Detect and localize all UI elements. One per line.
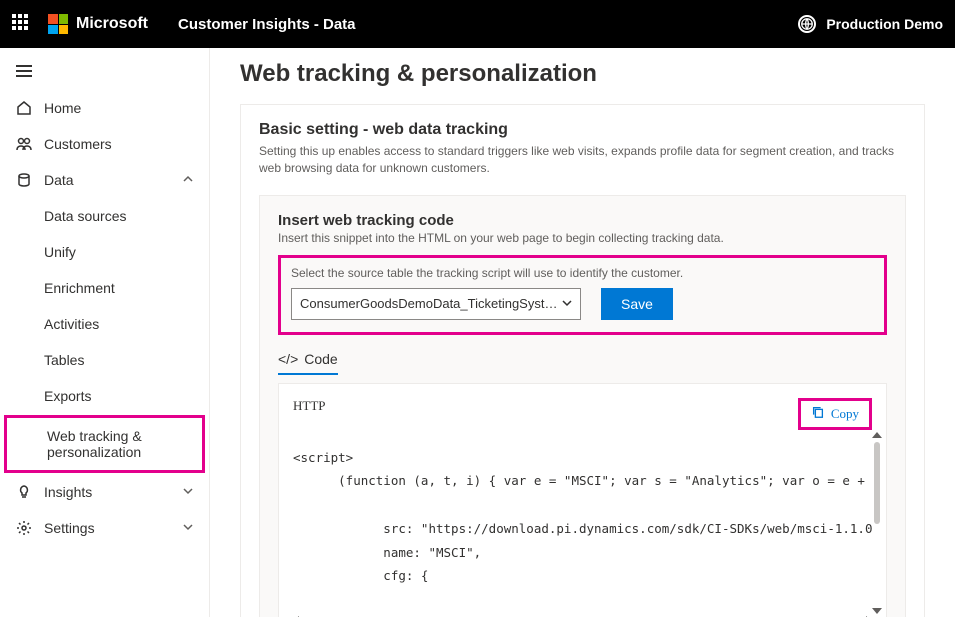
app-launcher-icon[interactable] [12, 14, 32, 34]
dropdown-value: ConsumerGoodsDemoData_TicketingSystem_Co… [300, 296, 562, 311]
copy-label: Copy [831, 406, 859, 422]
sidebar-label: Settings [44, 520, 171, 536]
gear-icon [16, 520, 32, 536]
code-body[interactable]: <script> (function (a, t, i) { var e = "… [293, 446, 872, 614]
chevron-down-icon [562, 296, 572, 311]
code-block: HTTP Copy <script> (function (a, t, i) {… [278, 383, 887, 617]
sidebar-item-exports[interactable]: Exports [0, 378, 209, 414]
copy-icon [811, 405, 825, 423]
data-icon [16, 172, 32, 188]
insert-code-title: Insert web tracking code [278, 212, 887, 229]
code-tab-label: Code [304, 351, 337, 367]
sidebar-item-unify[interactable]: Unify [0, 234, 209, 270]
main-content: Web tracking & personalization Basic set… [210, 48, 955, 617]
chevron-up-icon [183, 173, 193, 187]
environment-icon[interactable] [798, 15, 816, 33]
sidebar-label: Customers [44, 136, 193, 152]
source-table-highlight: Select the source table the tracking scr… [278, 255, 887, 335]
sidebar-label: Insights [44, 484, 171, 500]
lightbulb-icon [16, 484, 32, 500]
scrollbar-horizontal[interactable] [293, 614, 872, 617]
source-table-label: Select the source table the tracking scr… [291, 266, 874, 280]
sidebar-item-tables[interactable]: Tables [0, 342, 209, 378]
basic-setting-title: Basic setting - web data tracking [259, 121, 906, 139]
sidebar-item-customers[interactable]: Customers [0, 126, 209, 162]
code-icon: </> [278, 351, 298, 367]
sidebar-item-activities[interactable]: Activities [0, 306, 209, 342]
basic-setting-desc: Setting this up enables access to standa… [259, 143, 906, 177]
microsoft-logo: Microsoft [48, 14, 148, 34]
sidebar-label: Data [44, 172, 171, 188]
environment-name[interactable]: Production Demo [826, 16, 943, 32]
sidebar-item-home[interactable]: Home [0, 90, 209, 126]
sidebar: Home Customers Data Data sources Unify E… [0, 48, 210, 617]
home-icon [16, 100, 32, 116]
save-button[interactable]: Save [601, 288, 673, 320]
microsoft-label: Microsoft [76, 15, 148, 33]
copy-button[interactable]: Copy [798, 398, 872, 430]
page-title: Web tracking & personalization [240, 60, 925, 88]
http-label: HTTP [293, 398, 326, 414]
sidebar-item-web-tracking[interactable]: Web tracking & personalization [7, 418, 202, 470]
top-bar: Microsoft Customer Insights - Data Produ… [0, 0, 955, 48]
insert-code-desc: Insert this snippet into the HTML on you… [278, 231, 887, 245]
hamburger-icon[interactable] [0, 52, 209, 90]
chevron-down-icon [183, 521, 193, 535]
insert-code-card: Insert web tracking code Insert this sni… [259, 195, 906, 617]
customers-icon [16, 136, 32, 152]
sidebar-item-data[interactable]: Data [0, 162, 209, 198]
source-table-dropdown[interactable]: ConsumerGoodsDemoData_TicketingSystem_Co… [291, 288, 581, 320]
sidebar-item-enrichment[interactable]: Enrichment [0, 270, 209, 306]
sidebar-item-settings[interactable]: Settings [0, 510, 209, 546]
scrollbar-vertical[interactable] [870, 432, 884, 617]
chevron-down-icon [183, 485, 193, 499]
basic-setting-card: Basic setting - web data tracking Settin… [240, 104, 925, 617]
sidebar-label: Home [44, 100, 193, 116]
code-tab[interactable]: </> Code [278, 351, 887, 383]
sidebar-item-data-sources[interactable]: Data sources [0, 198, 209, 234]
sidebar-item-insights[interactable]: Insights [0, 474, 209, 510]
app-name: Customer Insights - Data [178, 16, 356, 33]
